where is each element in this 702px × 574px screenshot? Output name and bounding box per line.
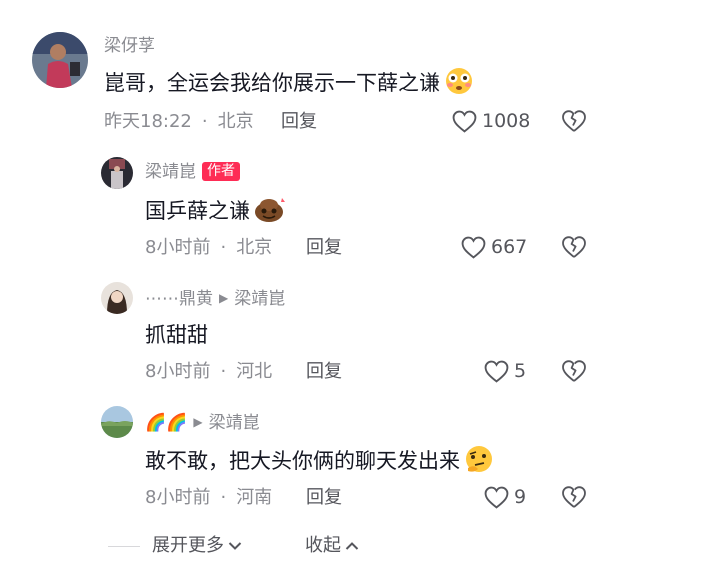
location: 北京 — [236, 237, 273, 258]
chevron-up-icon — [345, 542, 359, 550]
collapse-label: 收起 — [305, 535, 341, 556]
timestamp: 昨天18:22 — [104, 111, 192, 132]
username[interactable]: 梁伢莩 — [104, 35, 155, 57]
expand-more-button[interactable]: 展开更多 — [152, 534, 242, 558]
like-button[interactable]: 667 — [461, 235, 527, 259]
reply-button[interactable]: 回复 — [306, 236, 342, 260]
heart-icon — [484, 360, 509, 383]
chevron-down-icon — [228, 542, 242, 550]
username[interactable]: 🌈🌈 ▶ 梁靖崑 — [145, 411, 260, 434]
broken-heart-icon[interactable] — [561, 235, 587, 259]
avatar[interactable] — [101, 282, 133, 314]
heart-icon — [452, 110, 477, 133]
location: 河南 — [236, 487, 273, 508]
collapse-button[interactable]: 收起 — [305, 534, 359, 558]
broken-heart-icon[interactable] — [561, 485, 587, 509]
divider — [108, 546, 140, 547]
comment-text: 国乒薛之谦 — [145, 194, 288, 232]
comment-meta: 8小时前 · 北京 — [145, 237, 273, 258]
like-count: 9 — [514, 486, 527, 508]
comment-text: 敢不敢，把大头你俩的聊天发出来 — [145, 444, 496, 482]
broken-heart-icon[interactable] — [561, 109, 587, 133]
location: 北京 — [217, 111, 254, 132]
like-count: 5 — [514, 360, 527, 382]
heart-icon — [461, 236, 486, 259]
reply-arrow-icon: ▶ — [219, 291, 229, 305]
author-badge: 作者 — [202, 162, 240, 181]
comment-text: 崑哥，全运会我给你展示一下薛之谦 — [104, 66, 476, 104]
like-count: 1008 — [482, 110, 531, 132]
username[interactable]: 梁靖崑 作者 — [145, 161, 240, 183]
timestamp: 8小时前 — [145, 361, 211, 382]
thinking-face-emoji-icon — [462, 444, 496, 482]
timestamp: 8小时前 — [145, 487, 211, 508]
comment-meta: 8小时前 · 河北 — [145, 361, 273, 382]
reply-to-user[interactable]: 梁靖崑 — [234, 289, 285, 309]
heart-icon — [484, 486, 509, 509]
comment-text: 抓甜甜 — [145, 323, 208, 347]
username[interactable]: ⋯⋯鼎黄 ▶ 梁靖崑 — [145, 287, 285, 310]
reply-button[interactable]: 回复 — [306, 360, 342, 384]
avatar[interactable] — [32, 32, 88, 88]
like-button[interactable]: 1008 — [452, 109, 530, 133]
like-button[interactable]: 9 — [484, 485, 526, 509]
flushed-face-emoji-icon — [442, 66, 476, 104]
comment-meta: 昨天18:22 · 北京 — [104, 111, 254, 132]
comment-meta: 8小时前 · 河南 — [145, 487, 273, 508]
expand-more-label: 展开更多 — [152, 535, 224, 556]
reply-arrow-icon: ▶ — [193, 415, 203, 429]
avatar[interactable] — [101, 406, 133, 438]
reply-button[interactable]: 回复 — [281, 110, 317, 134]
like-button[interactable]: 5 — [484, 359, 526, 383]
timestamp: 8小时前 — [145, 237, 211, 258]
reply-button[interactable]: 回复 — [306, 486, 342, 510]
avatar[interactable] — [101, 157, 133, 189]
reply-to-user[interactable]: 梁靖崑 — [209, 413, 260, 433]
location: 河北 — [236, 361, 273, 382]
poop-emoji-icon — [252, 194, 288, 232]
broken-heart-icon[interactable] — [561, 359, 587, 383]
like-count: 667 — [491, 236, 528, 258]
